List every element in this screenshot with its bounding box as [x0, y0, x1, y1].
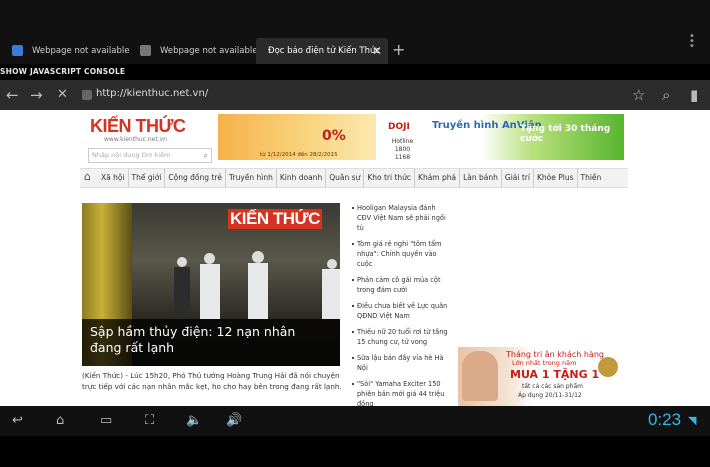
system-bar: ↩ ⌂ ▭ ⛶ 🔈 🔊 0:23 ◥	[0, 406, 710, 436]
back-icon[interactable]: ←	[6, 86, 19, 104]
anvien-gift: Tặng tới 30 tháng cước	[520, 124, 611, 144]
hero-photo-helmet	[327, 259, 337, 269]
hero-title[interactable]: Sập hầm thủy điện: 12 nạn nhân đang rất …	[90, 324, 330, 356]
nav-item[interactable]: Truyền hình	[226, 169, 277, 187]
stop-icon[interactable]: ✕	[57, 86, 68, 104]
volume-down-icon[interactable]: 🔈	[186, 412, 202, 430]
banner-ad-installment[interactable]: 0% từ 1/12/2014 đến 28/2/2015	[218, 114, 376, 160]
hero-photo-figure	[200, 264, 220, 319]
nav-item[interactable]: Khỏe Plus	[534, 169, 578, 187]
bookmarks-icon[interactable]: ▮	[690, 86, 698, 104]
hero-photo-figure	[322, 269, 340, 319]
promo-line: Lớn nhất trong năm	[512, 359, 577, 367]
hero-brand-text: KIẾN THỨC	[228, 209, 322, 229]
site-logo-url: www.kienthuc.net.vn	[104, 136, 167, 143]
nav-item[interactable]: Thế giới	[129, 169, 166, 187]
doji-hotline: Hotline 1800 1168	[391, 138, 414, 161]
site-logo[interactable]: KIẾN THỨC	[90, 116, 186, 137]
tab-label: Webpage not available	[32, 46, 130, 56]
news-item[interactable]: Hooligan Malaysia đánh CĐV Việt Nam sẽ p…	[352, 203, 448, 233]
hero-photo-figure	[248, 263, 268, 319]
tab-label: Đọc báo điện tử Kiến Thức	[268, 46, 381, 56]
nav-item[interactable]: Thiền	[578, 169, 605, 187]
favicon-icon	[140, 45, 151, 56]
hero-photo-figure	[174, 267, 190, 319]
recent-apps-icon[interactable]: ▭	[100, 412, 112, 430]
hero-article[interactable]: KIẾN THỨC Sập hầm thủy điện: 12 nạn nhân…	[82, 203, 340, 366]
show-javascript-console-link[interactable]: SHOW JAVASCRIPT CONSOLE	[0, 67, 125, 76]
nav-item[interactable]: Cộng đồng trẻ	[165, 169, 227, 187]
url-input[interactable]: http://kienthuc.net.vn/	[76, 85, 616, 105]
promo-headline: MUA 1 TẶNG 1	[510, 368, 600, 381]
ad-zero-percent: 0%	[322, 128, 346, 144]
tab-kienthuc-active[interactable]: Đọc báo điện tử Kiến Thức ✕	[256, 38, 388, 64]
news-item[interactable]: Điều chưa biết về Lực quân QĐND Việt Nam	[352, 301, 448, 321]
tab-strip: Webpage not available Webpage not availa…	[0, 0, 710, 64]
close-tab-icon[interactable]: ✕	[372, 38, 382, 64]
new-tab-icon[interactable]: +	[392, 40, 405, 60]
nav-item[interactable]: Làn bánh	[460, 169, 502, 187]
search-icon[interactable]: ⌕	[204, 149, 208, 162]
promo-line: tất cả các sản phẩm	[522, 383, 583, 390]
nav-item[interactable]: Kho tri thức	[364, 169, 416, 187]
hero-photo-helmet	[177, 257, 187, 267]
hero-lead: (Kiến Thức) - Lúc 15h20, Phó Thủ tướng H…	[82, 371, 342, 391]
wifi-icon: ◥	[688, 414, 697, 427]
news-list: Hooligan Malaysia đánh CĐV Việt Nam sẽ p…	[352, 203, 448, 406]
promo-line: Tháng tri ân khách hàng	[506, 350, 604, 359]
favicon-icon	[12, 45, 23, 56]
nav-item[interactable]: Xã hội	[98, 169, 129, 187]
webpage-viewport: KIẾN THỨC www.kienthuc.net.vn Nhập nội d…	[0, 110, 710, 406]
status-clock: 0:23	[648, 410, 682, 429]
promo-seal-icon	[598, 357, 618, 377]
screenshot-icon[interactable]: ⛶	[145, 412, 154, 430]
news-item[interactable]: "Sói" Yamaha Exciter 150 phiên bản mới g…	[352, 379, 448, 406]
ad-date-range: từ 1/12/2014 đến 28/2/2015	[260, 152, 338, 158]
site-search-input[interactable]: Nhập nội dung tìm kiếm ⌕	[88, 148, 212, 163]
news-item[interactable]: Phản cảm cô gái múa cột trong đám cưới	[352, 275, 448, 295]
news-item[interactable]: Thiếu nữ 20 tuổi rơi từ tầng 15 chung cư…	[352, 327, 448, 347]
url-bar: ← → ✕ http://kienthuc.net.vn/ ☆ ⌕ ▮	[0, 80, 710, 110]
tab-label: Webpage not available	[160, 46, 258, 56]
hero-brand-watermark: KIẾN THỨC	[228, 209, 324, 229]
site-nav: ⌂ Xã hội Thế giới Cộng đồng trẻ Truyền h…	[80, 168, 628, 188]
banner-ad-promo[interactable]: Tháng tri ân khách hàng Lớn nhất trong n…	[458, 347, 626, 406]
banner-ad-anvien[interactable]: Truyền hình AnViên Tặng tới 30 tháng cướ…	[420, 114, 624, 160]
home-icon[interactable]: ⌂	[84, 170, 91, 183]
site-favicon-icon	[82, 90, 92, 100]
nav-item[interactable]: Khám phá	[415, 169, 461, 187]
tab-webpage-not-available-2[interactable]: Webpage not available	[140, 38, 258, 64]
promo-line: Áp dụng 20/11-31/12	[518, 392, 582, 399]
bookmark-star-icon[interactable]: ☆	[632, 86, 645, 104]
volume-up-icon[interactable]: 🔊	[226, 412, 242, 430]
search-placeholder: Nhập nội dung tìm kiếm	[92, 151, 171, 159]
search-icon[interactable]: ⌕	[662, 86, 670, 104]
hero-photo-helmet	[204, 253, 215, 264]
url-text: http://kienthuc.net.vn/	[96, 88, 209, 99]
news-item[interactable]: Tòm giá rẻ nghi "tôm tẩm nhựa": Chính qu…	[352, 239, 448, 269]
home-nav-icon[interactable]: ⌂	[56, 412, 64, 430]
overflow-menu-icon[interactable]: • • •	[689, 32, 695, 52]
news-item[interactable]: Sữa lậu bán đầy vỉa hè Hà Nội	[352, 353, 448, 373]
nav-item[interactable]: Kinh doanh	[277, 169, 327, 187]
nav-item[interactable]: Giải trí	[502, 169, 534, 187]
hero-title-overlay: Sập hầm thủy điện: 12 nạn nhân đang rất …	[82, 319, 340, 366]
tab-webpage-not-available-1[interactable]: Webpage not available	[12, 38, 130, 64]
back-nav-icon[interactable]: ↩	[12, 412, 23, 430]
doji-logo: DOJI	[388, 122, 410, 132]
nav-item[interactable]: Quân sự	[326, 169, 365, 187]
banner-ad-doji[interactable]: DOJI Hotline 1800 1168	[378, 114, 418, 161]
hero-photo-helmet	[252, 251, 264, 263]
forward-icon[interactable]: →	[30, 86, 43, 104]
promo-model-photo	[462, 351, 498, 401]
